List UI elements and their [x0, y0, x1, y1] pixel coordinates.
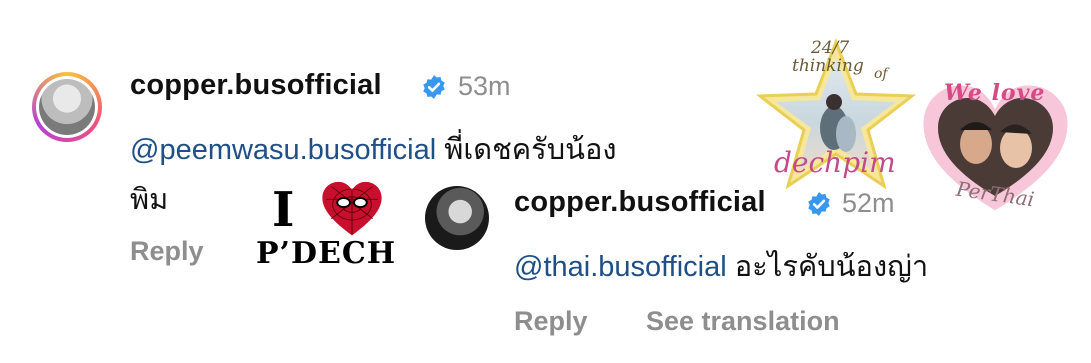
- mention-link[interactable]: @peemwasu.busofficial: [130, 134, 436, 166]
- comment-text-continued: พิม: [130, 184, 169, 216]
- star-caption-mid: thinking: [792, 56, 864, 76]
- verified-badge-icon: [423, 75, 445, 99]
- avatar-copper[interactable]: [32, 72, 102, 142]
- sticker-name: P’DECH: [256, 236, 397, 271]
- spider-heart-icon: [322, 181, 382, 236]
- heart-photo-sticker: We love PerThai: [918, 78, 1073, 218]
- reply-username[interactable]: copper.busofficial: [514, 186, 766, 219]
- star-caption-top: 24/7: [811, 38, 850, 58]
- heart-caption-top: We love: [944, 80, 1046, 106]
- reply-button[interactable]: Reply: [130, 236, 204, 267]
- sticker-letter: I: [272, 182, 295, 238]
- star-photo-sticker: 24/7 thinking of dechpim: [756, 36, 916, 196]
- comment-text: พี่เดชครับน้อง: [444, 134, 617, 166]
- reply-mention-link[interactable]: @thai.busofficial: [514, 251, 727, 283]
- avatar-reply[interactable]: [425, 186, 489, 250]
- comment-time: 53m: [458, 71, 511, 101]
- reply-text: อะไรคับน้องญ่า: [734, 251, 929, 283]
- star-caption-of: of: [874, 66, 888, 82]
- see-translation-button[interactable]: See translation: [646, 306, 840, 337]
- star-caption-bottom: dechpim: [774, 146, 896, 179]
- reply-reply-button[interactable]: Reply: [514, 306, 588, 337]
- i-love-pdech-sticker: I P’DECH: [250, 180, 420, 275]
- comment-username[interactable]: copper.busofficial: [130, 69, 382, 102]
